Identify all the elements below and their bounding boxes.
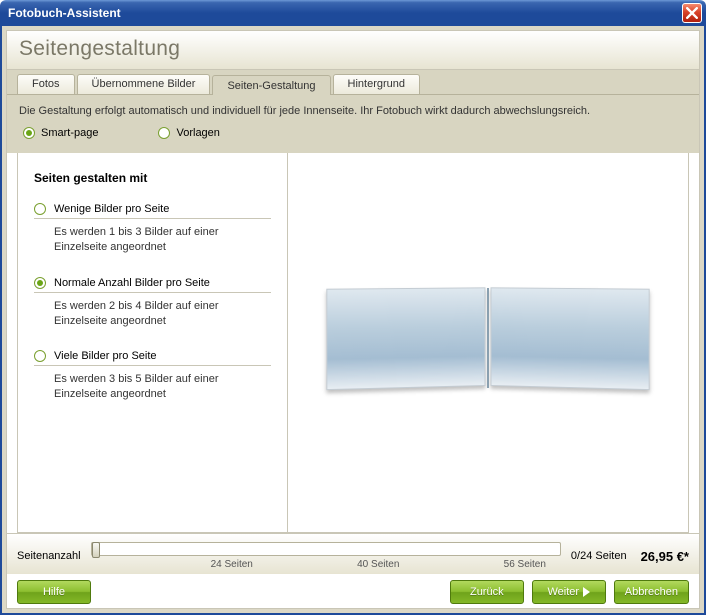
book-left-page	[326, 287, 485, 390]
tick-56: 56 Seiten	[504, 559, 546, 570]
mode-label: Vorlagen	[176, 127, 219, 139]
radio-icon	[158, 127, 170, 139]
option-label: Wenige Bilder pro Seite	[54, 203, 169, 215]
arrow-right-icon	[583, 587, 590, 597]
radio-icon	[34, 350, 46, 362]
radio-icon	[23, 127, 35, 139]
option-desc: Es werden 3 bis 5 Bilder auf einer Einze…	[34, 372, 271, 402]
window-title: Fotobuch-Assistent	[8, 6, 121, 20]
cancel-button-label: Abbrechen	[625, 586, 678, 598]
option-label: Normale Anzahl Bilder pro Seite	[54, 277, 210, 289]
options-title: Seiten gestalten mit	[34, 171, 271, 185]
book-spine	[487, 288, 489, 388]
page-count-value: 0/24 Seiten	[571, 550, 627, 562]
option-few-images[interactable]: Wenige Bilder pro Seite	[34, 203, 271, 219]
page-title: Seitengestaltung	[19, 37, 687, 61]
hint-text: Die Gestaltung erfolgt automatisch und i…	[17, 101, 689, 127]
help-button-label: Hilfe	[43, 586, 65, 598]
tick-40: 40 Seiten	[357, 559, 399, 570]
page-count-label: Seitenanzahl	[17, 550, 81, 562]
tab-uebernommene-bilder[interactable]: Übernommene Bilder	[77, 74, 211, 94]
page-count-slider[interactable]	[91, 542, 561, 556]
radio-icon	[34, 277, 46, 289]
cancel-button[interactable]: Abbrechen	[614, 580, 689, 604]
price-value: 26,95 €*	[641, 549, 689, 564]
page-header: Seitengestaltung	[7, 31, 699, 70]
mode-label: Smart-page	[41, 127, 98, 139]
back-button[interactable]: Zurück	[450, 580, 524, 604]
back-button-label: Zurück	[470, 586, 504, 598]
title-bar: Fotobuch-Assistent	[0, 0, 706, 26]
option-label: Viele Bilder pro Seite	[54, 350, 157, 362]
next-button-label: Weiter	[547, 586, 579, 598]
tick-24: 24 Seiten	[211, 559, 253, 570]
book-preview	[323, 288, 653, 398]
tab-strip: Fotos Übernommene Bilder Seiten-Gestaltu…	[7, 74, 699, 94]
option-many-images[interactable]: Viele Bilder pro Seite	[34, 350, 271, 366]
tab-fotos[interactable]: Fotos	[17, 74, 75, 94]
preview-pane	[288, 153, 688, 532]
slider-ticks: 24 Seiten 40 Seiten 56 Seiten	[91, 559, 561, 570]
option-desc: Es werden 2 bis 4 Bilder auf einer Einze…	[34, 299, 271, 329]
close-button[interactable]	[682, 3, 702, 23]
book-right-page	[491, 287, 650, 390]
tab-hintergrund[interactable]: Hintergrund	[333, 74, 420, 94]
mode-vorlagen[interactable]: Vorlagen	[158, 127, 219, 139]
option-normal-images[interactable]: Normale Anzahl Bilder pro Seite	[34, 277, 271, 293]
mode-smart-page[interactable]: Smart-page	[23, 127, 98, 139]
option-desc: Es werden 1 bis 3 Bilder auf einer Einze…	[34, 225, 271, 255]
tab-seiten-gestaltung[interactable]: Seiten-Gestaltung	[212, 75, 330, 95]
close-icon	[686, 7, 698, 19]
next-button[interactable]: Weiter	[532, 580, 606, 604]
radio-icon	[34, 203, 46, 215]
help-button[interactable]: Hilfe	[17, 580, 91, 604]
slider-thumb[interactable]	[92, 542, 100, 558]
